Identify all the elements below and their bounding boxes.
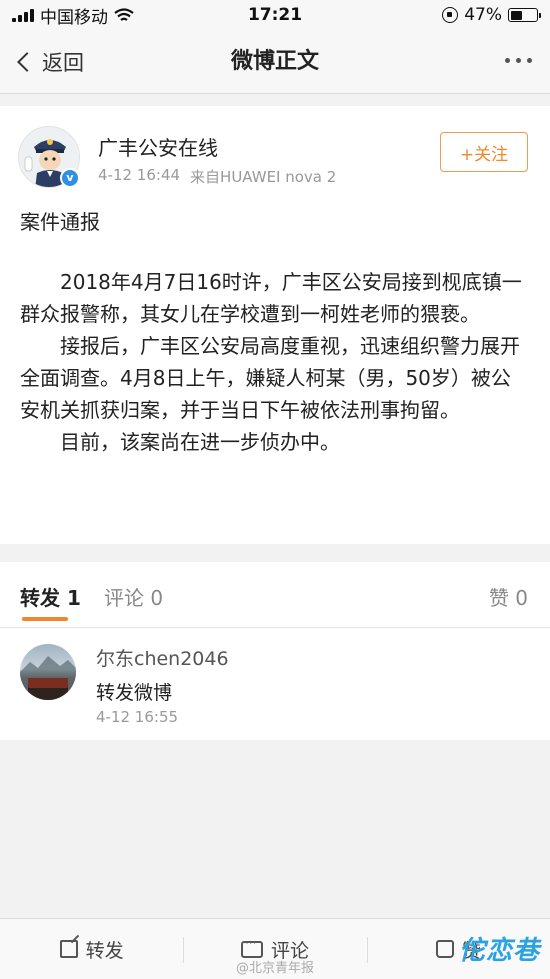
watermark-logo: 佗恋巷 <box>458 936 540 966</box>
signal-icon <box>12 8 34 22</box>
verified-badge-icon: v <box>60 168 80 188</box>
more-menu-icon[interactable] <box>505 58 532 63</box>
tab-comment[interactable]: 评论 0 <box>104 582 163 611</box>
post-paragraph: 接报后，广丰区公安局高度重视，迅速组织警力展开全面调查。4月8日上午，嫌疑人柯某… <box>20 334 520 422</box>
repost-time: 4-12 16:55 <box>96 708 179 726</box>
share-icon <box>59 940 78 958</box>
battery-percent: 47% <box>464 5 502 25</box>
page-title: 微博正文 <box>230 49 319 74</box>
tab-like[interactable]: 赞 0 <box>489 582 528 611</box>
post-paragraph: 2018年4月7日16时许，广丰区公安局接到枧底镇一群众报警称，其女儿在学校遭到… <box>20 270 522 326</box>
repost-username[interactable]: 尔东chen2046 <box>96 644 229 671</box>
tab-repost[interactable]: 转发 1 <box>20 582 81 611</box>
watermark-text: @北京青年报 <box>236 961 315 976</box>
comment-icon <box>240 936 263 958</box>
rotation-lock-icon <box>442 7 459 23</box>
avatar[interactable] <box>20 644 76 700</box>
repost-list: 尔东chen2046 转发微博 4-12 16:55 <box>0 628 550 740</box>
post-date: 4-12 16:44 <box>98 166 181 184</box>
status-right: 47% <box>442 5 541 25</box>
post-heading: 案件通报 <box>20 210 100 234</box>
repost-text: 转发微博 <box>96 682 173 704</box>
carrier-label: 中国移动 <box>40 7 108 28</box>
thumbs-up-icon <box>435 940 454 958</box>
post-source: 来自HUAWEI nova 2 <box>190 168 337 186</box>
active-tab-indicator <box>22 617 68 621</box>
battery-fill <box>510 10 523 20</box>
wifi-icon <box>114 7 134 21</box>
repost-button[interactable]: 转发 <box>0 919 183 979</box>
interaction-tabs: 转发 1 评论 0 赞 0 <box>0 562 550 628</box>
repost-button-label: 转发 <box>85 939 124 962</box>
landscape-photo-icon <box>20 656 76 700</box>
follow-button[interactable]: +关注 <box>440 132 528 172</box>
post-card: v 广丰公安在线 4-12 16:44 来自HUAWEI nova 2 +关注 … <box>0 106 550 544</box>
status-bar: 中国移动 17:21 47% <box>0 0 550 30</box>
post-body: 2018年4月7日16时许，广丰区公安局接到枧底镇一群众报警称，其女儿在学校遭到… <box>20 266 530 458</box>
post-paragraph: 目前，该案尚在进一步侦办中。 <box>20 430 340 454</box>
author-name[interactable]: 广丰公安在线 <box>98 132 218 161</box>
post-meta: 4-12 16:44 来自HUAWEI nova 2 <box>98 166 336 187</box>
nav-bar: 返回 微博正文 <box>0 30 550 94</box>
battery-icon <box>508 8 541 22</box>
status-left: 中国移动 <box>12 3 134 28</box>
